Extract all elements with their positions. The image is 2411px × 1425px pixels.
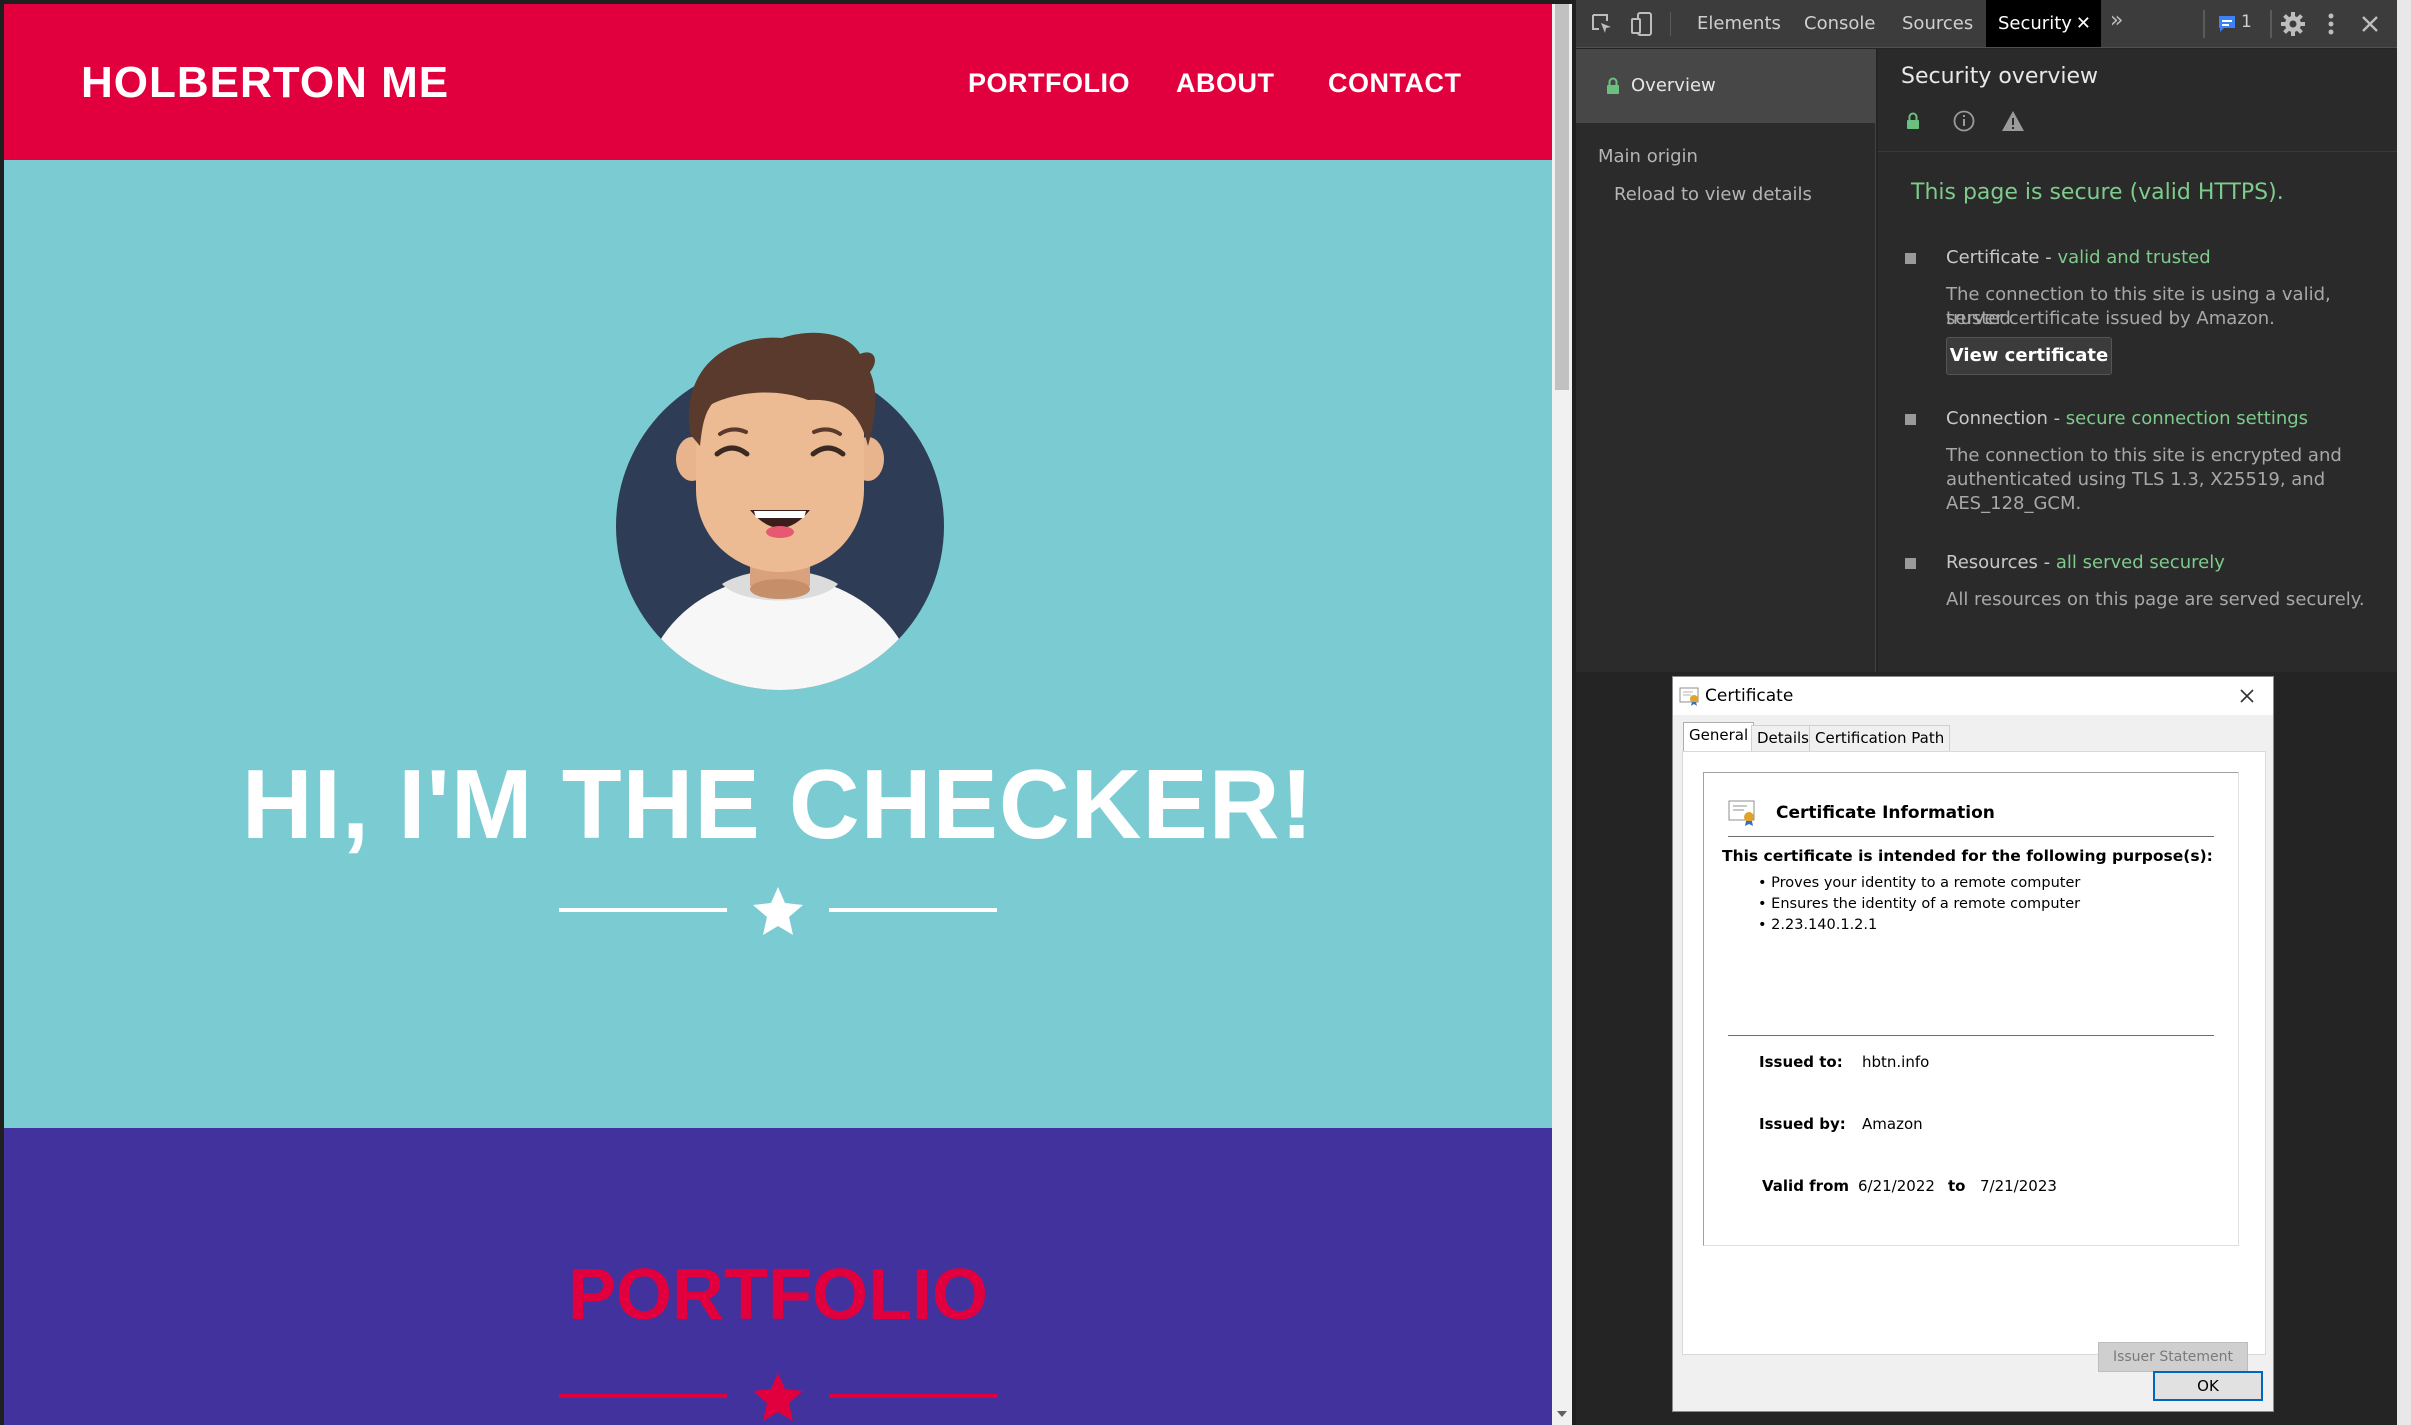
device-toolbar-icon[interactable] [1630, 11, 1654, 37]
tab-security-label: Security [1998, 13, 2072, 34]
issues-badge[interactable]: 1 [2213, 11, 2263, 37]
info-icon [1953, 110, 1975, 132]
tabbar-separator [1670, 12, 1671, 36]
close-tab-icon[interactable]: ✕ [2076, 0, 2091, 47]
certificate-general-page: Certificate Information This certificate… [1682, 751, 2266, 1372]
connection-desc-1: The connection to this site is encrypted… [1946, 445, 2342, 466]
resources-bullet [1905, 558, 1916, 569]
portfolio-heading: PORTFOLIO [568, 1255, 988, 1335]
website-viewport: HOLBERTON ME PORTFOLIO ABOUT CONTACT HI,… [4, 4, 1552, 1425]
nav-contact[interactable]: CONTACT [1328, 68, 1461, 99]
sidebar-item-overview[interactable]: Overview [1576, 49, 1876, 123]
certificate-info-heading: Certificate Information [1776, 803, 1995, 823]
certificate-icon [1728, 800, 1755, 826]
hero-section: HI, I'M THE CHECKER! [4, 160, 1552, 1128]
more-options-icon[interactable] [2326, 12, 2336, 36]
resources-desc: All resources on this page are served se… [1946, 589, 2365, 610]
tabbar-separator [2270, 10, 2272, 38]
devtools-tabbar: Elements Console Sources Security ✕ » 1 [1576, 0, 2397, 48]
certificate-status: valid and trusted [2057, 247, 2211, 268]
connection-desc-2: authenticated using TLS 1.3, X25519, and [1946, 469, 2326, 490]
ok-button[interactable]: OK [2153, 1371, 2263, 1401]
more-tabs-icon[interactable]: » [2110, 8, 2123, 33]
cert-tab-certification-path[interactable]: Certification Path [1809, 725, 1951, 751]
page-scrollbar[interactable] [1552, 4, 1572, 1425]
connection-bullet [1905, 414, 1916, 425]
purpose-1: • Proves your identity to a remote compu… [1758, 875, 2081, 891]
purpose-heading: This certificate is intended for the fol… [1722, 847, 2213, 865]
valid-from-label: Valid from [1762, 1177, 1850, 1195]
connection-summary: Connection - secure connection settings [1946, 407, 2308, 431]
avatar-illustration [616, 332, 944, 690]
connection-desc-3: AES_128_GCM. [1946, 493, 2082, 514]
resources-summary: Resources - all served securely [1946, 551, 2225, 575]
tab-security[interactable]: Security ✕ [1986, 0, 2101, 47]
sidebar-main-origin: Main origin [1598, 146, 1698, 167]
sidebar-overview-label: Overview [1631, 75, 1716, 96]
portfolio-divider-right [829, 1394, 997, 1398]
scrollbar-thumb[interactable] [1555, 4, 1569, 390]
certificate-title: Certificate [1705, 686, 1794, 706]
certificate-desc-2: server certificate issued by Amazon. [1946, 308, 2275, 329]
close-icon[interactable] [2233, 683, 2261, 709]
connection-label: Connection - [1946, 408, 2066, 429]
issued-by-label: Issued by: [1759, 1115, 1846, 1133]
certificate-summary: Certificate - valid and trusted [1946, 246, 2211, 270]
valid-to-label: to [1948, 1177, 1966, 1195]
certificate-label: Certificate - [1946, 247, 2058, 268]
tab-sources[interactable]: Sources [1902, 0, 1973, 47]
view-certificate-button[interactable]: View certificate [1946, 337, 2112, 375]
details-rule [1728, 1035, 2214, 1036]
lock-icon [1907, 112, 1919, 129]
hero-divider-right [829, 908, 997, 912]
secure-message: This page is secure (valid HTTPS). [1911, 180, 2284, 205]
heading-rule [1728, 836, 2214, 837]
gear-icon[interactable] [2280, 11, 2306, 37]
resources-label: Resources - [1946, 552, 2056, 573]
portfolio-divider-left [559, 1394, 727, 1398]
nav-about[interactable]: ABOUT [1176, 68, 1275, 99]
tab-console[interactable]: Console [1804, 0, 1875, 47]
security-overview-panel: Security overview This page is secure (v… [1878, 49, 2397, 672]
cert-tab-details[interactable]: Details [1751, 725, 1816, 751]
message-icon [2219, 16, 2235, 32]
issues-count: 1 [2241, 12, 2252, 32]
certificate-titlebar[interactable]: Certificate [1673, 677, 2273, 715]
site-header: HOLBERTON ME PORTFOLIO ABOUT CONTACT [4, 4, 1552, 160]
issued-by-value: Amazon [1862, 1115, 1923, 1133]
security-overview-title: Security overview [1901, 64, 2099, 89]
certificate-bullet [1905, 253, 1916, 264]
tabbar-separator [2203, 10, 2205, 38]
site-brand[interactable]: HOLBERTON ME [81, 58, 449, 108]
close-devtools-icon[interactable] [2360, 14, 2380, 34]
certificate-icon [1679, 687, 1699, 706]
valid-from-value: 6/21/2022 [1858, 1177, 1935, 1195]
panel-divider [1878, 151, 2397, 152]
scroll-down-arrow-icon[interactable] [1552, 1405, 1572, 1423]
resources-status: all served securely [2055, 552, 2225, 573]
star-icon [753, 887, 803, 935]
valid-to-value: 7/21/2023 [1980, 1177, 2057, 1195]
hero-title: HI, I'M THE CHECKER! [241, 749, 1315, 859]
issuer-statement-button: Issuer Statement [2098, 1342, 2248, 1372]
nav-portfolio[interactable]: PORTFOLIO [968, 68, 1130, 99]
certificate-dialog: Certificate General Details Certificatio… [1672, 676, 2274, 1412]
warning-icon [2002, 111, 2024, 131]
purpose-3: • 2.23.140.1.2.1 [1758, 917, 1878, 933]
background-window-edge [2397, 0, 2411, 1425]
purpose-2: • Ensures the identity of a remote compu… [1758, 896, 2081, 912]
hero-divider-left [559, 908, 727, 912]
connection-status[interactable]: secure connection settings [2066, 408, 2308, 429]
sidebar-reload-hint[interactable]: Reload to view details [1614, 183, 1812, 207]
issued-to-label: Issued to: [1759, 1053, 1843, 1071]
star-icon [753, 1373, 803, 1421]
security-sidebar: Overview Main origin Reload to view deta… [1576, 49, 1876, 672]
inspect-element-icon[interactable] [1590, 12, 1614, 36]
tab-elements[interactable]: Elements [1697, 0, 1781, 47]
cert-tab-general[interactable]: General [1683, 722, 1755, 752]
certificate-info-box: Certificate Information This certificate… [1703, 772, 2239, 1246]
lock-icon [1607, 77, 1619, 94]
issued-to-value: hbtn.info [1862, 1053, 1930, 1071]
